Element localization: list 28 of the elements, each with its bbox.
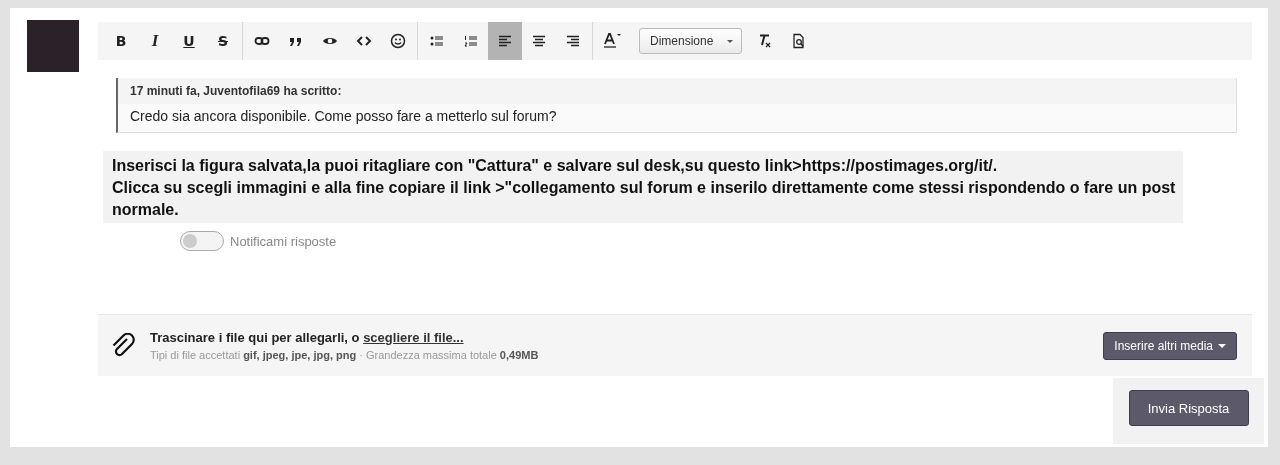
strikethrough-button[interactable]: S (206, 22, 240, 60)
quote-header: 17 minuti fa, Juventofila69 ha scritto: (118, 78, 1236, 104)
numbered-list-icon (463, 33, 479, 49)
smiley-icon (390, 33, 406, 49)
bullet-list-icon (429, 33, 445, 49)
align-left-button[interactable] (488, 22, 522, 60)
choose-file-link[interactable]: scegliere il file... (363, 330, 464, 345)
caret-icon (1218, 343, 1226, 348)
size-dropdown[interactable]: Dimensione (639, 28, 743, 54)
paperclip-icon (110, 332, 136, 359)
attach-prompt: Trascinare i file qui per allegarli, o scegliere il file... (150, 330, 465, 345)
pasted-text: Clicca su scegli immagini e alla fine copiare il link >"collegamento sul forum e inserilo direttamente come stessi rispondendo o fare un post normale. (112, 178, 1177, 220)
align-right-icon (565, 33, 581, 49)
quote-text: Credo sia ancora disponibile. Come posso fare a metterlo sul forum? (118, 104, 1236, 132)
more-media-button[interactable]: Inserire altri media (1103, 331, 1237, 360)
avatar-image (27, 20, 79, 72)
align-left-icon (497, 33, 513, 49)
attach-info: Tipi di file accettati gif, jpeg, jpe, jpg, png · Grandezza massima totale 0,49MB (150, 349, 540, 361)
text-color-icon (602, 33, 622, 49)
pasted-text: Inserisci la figura salvata,la puoi ritagliare con "Cattura" e salvare sul desk,su questo link>https://postimages.org/it/. (112, 156, 999, 176)
toggle-switch[interactable] (180, 231, 224, 251)
caret-icon (727, 39, 734, 43)
align-center-icon (531, 33, 547, 49)
underline-button[interactable]: U (172, 22, 206, 60)
italic-button[interactable]: I (138, 22, 172, 60)
bold-button[interactable]: B (104, 22, 138, 60)
submit-button[interactable]: Invia Risposta (1128, 390, 1249, 426)
notify-label: Notificami risposte (230, 233, 337, 249)
